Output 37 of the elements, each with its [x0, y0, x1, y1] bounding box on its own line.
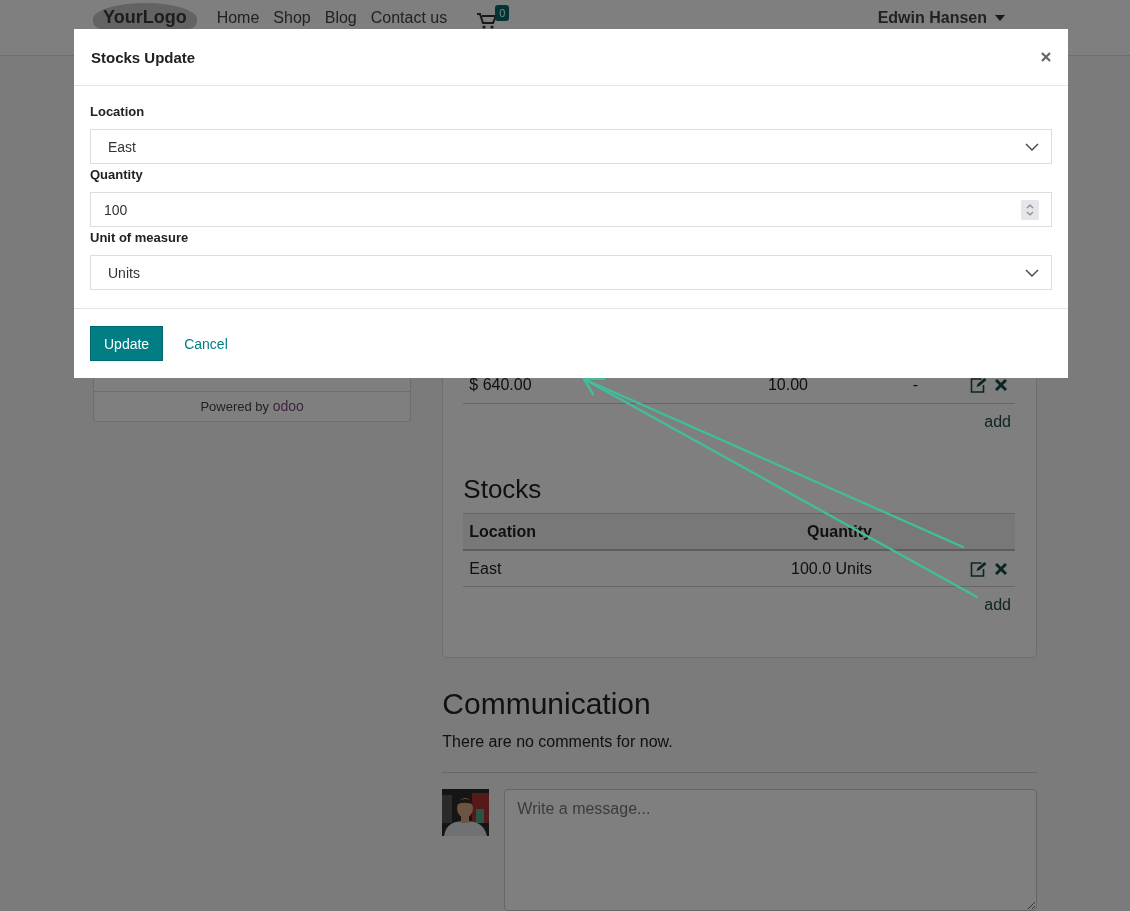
message-field[interactable]: Write a message... [504, 789, 1037, 911]
select-field[interactable]: Units [90, 255, 1052, 290]
cart-count-badge: 0 [495, 5, 510, 21]
table-cell-text: 100.0 Units [790, 559, 873, 578]
powered-by-text: Powered by odoo [199, 397, 305, 416]
table-cell-text: $ 640.00 [468, 376, 533, 394]
dialog-title: Stocks Update [91, 48, 196, 66]
spinner-icon[interactable] [1021, 199, 1039, 220]
cancel-button[interactable]: Cancel [169, 326, 243, 361]
cart-icon[interactable] [477, 13, 498, 29]
nav-link[interactable]: Shop [273, 9, 311, 27]
empty-message: There are no comments for now. [442, 732, 1037, 773]
nav-link[interactable]: Blog [324, 9, 357, 27]
delete-icon[interactable] [995, 562, 1007, 575]
number-field[interactable]: 100 [90, 192, 1052, 227]
section-title: Communication [442, 686, 652, 722]
close-icon[interactable] [1041, 52, 1051, 62]
nav-link[interactable]: Home [216, 9, 260, 27]
edit-icon[interactable] [970, 377, 987, 393]
field-label: Location [90, 103, 146, 120]
update-button[interactable]: Update [90, 326, 164, 361]
caret-icon [995, 15, 1005, 21]
add-link[interactable]: add [984, 595, 1011, 614]
column-header: Location [468, 522, 537, 541]
field-label: Quantity [90, 166, 144, 183]
table-cell-text: 10.00 [766, 376, 809, 394]
field-label: Unit of measure [90, 229, 190, 246]
table-cell-text: East [468, 559, 503, 578]
user-menu[interactable]: Edwin Hansen [877, 9, 1005, 27]
section-title: Stocks [463, 473, 543, 505]
chevron-down-icon [1025, 268, 1039, 277]
select-field[interactable]: East [90, 129, 1052, 164]
add-link[interactable]: add [984, 412, 1011, 431]
chevron-down-icon [1025, 142, 1039, 151]
table-cell-text: - [911, 376, 919, 394]
delete-icon[interactable] [995, 379, 1007, 391]
nav-link[interactable]: Contact us [370, 9, 448, 27]
